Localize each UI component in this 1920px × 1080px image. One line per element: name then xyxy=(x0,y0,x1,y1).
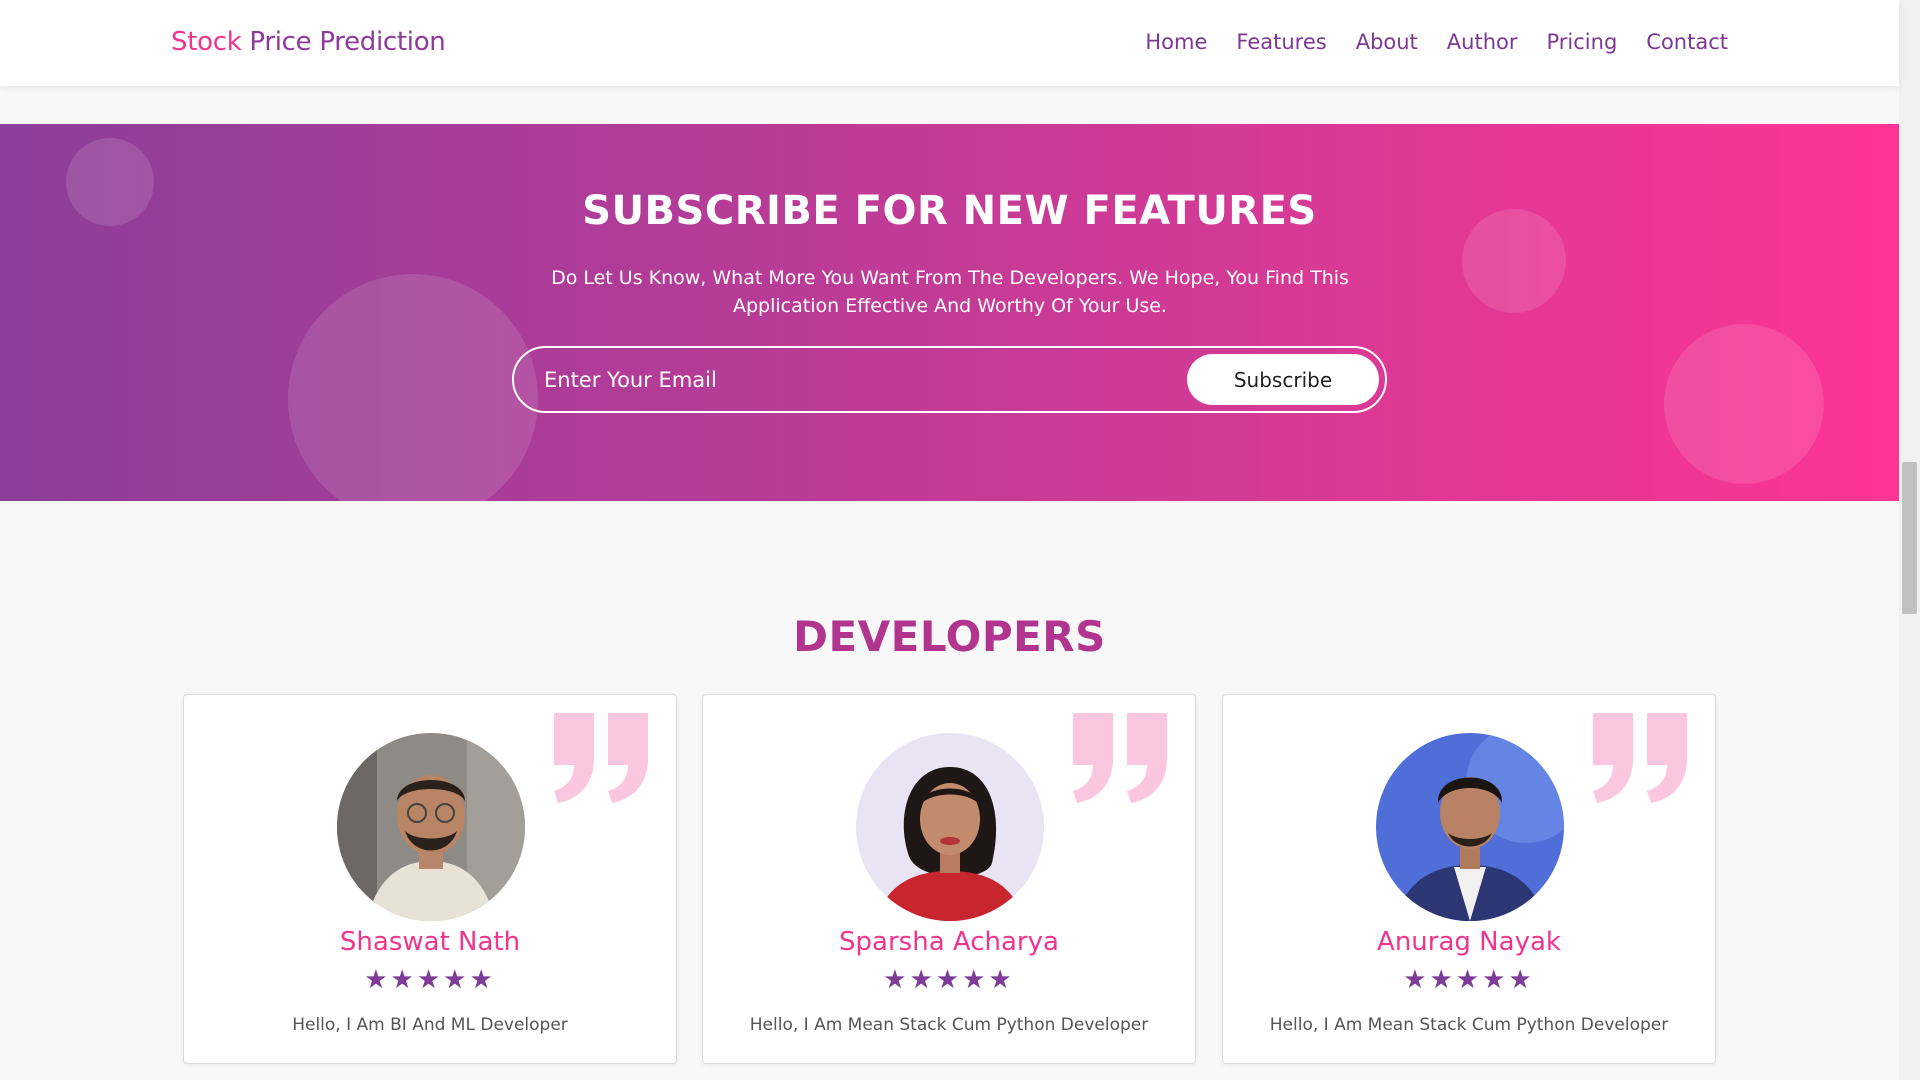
avatar xyxy=(1376,733,1564,921)
nav-author[interactable]: Author xyxy=(1447,30,1518,54)
subscribe-banner: SUBSCRIBE FOR NEW FEATURES Do Let Us Kno… xyxy=(0,124,1899,501)
quote-icon xyxy=(1073,713,1167,803)
quote-icon xyxy=(1593,713,1687,803)
developer-card: Sparsha Acharya ★★★★★ Hello, I Am Mean S… xyxy=(702,694,1196,1064)
nav-home[interactable]: Home xyxy=(1145,30,1207,54)
nav-about[interactable]: About xyxy=(1356,30,1418,54)
brand-accent: Stock xyxy=(171,27,242,57)
developer-cards: Shaswat Nath ★★★★★ Hello, I Am BI And ML… xyxy=(183,694,1717,1064)
subscribe-text: Do Let Us Know, What More You Want From … xyxy=(551,267,1349,317)
developer-name: Sparsha Acharya xyxy=(839,927,1059,957)
avatar xyxy=(856,733,1044,921)
developer-description: Hello, I Am Mean Stack Cum Python Develo… xyxy=(1269,1015,1669,1035)
subscribe-title: SUBSCRIBE FOR NEW FEATURES xyxy=(582,188,1317,234)
decorative-bubble xyxy=(1664,324,1824,484)
subscribe-form: Subscribe xyxy=(512,346,1387,413)
developer-card: Anurag Nayak ★★★★★ Hello, I Am Mean Stac… xyxy=(1222,694,1716,1064)
rating-stars: ★★★★★ xyxy=(883,965,1015,995)
quote-icon xyxy=(554,713,648,803)
nav-pricing[interactable]: Pricing xyxy=(1547,30,1618,54)
rating-stars: ★★★★★ xyxy=(364,965,496,995)
nav-links: Home Features About Author Pricing Conta… xyxy=(1145,30,1728,54)
nav-contact[interactable]: Contact xyxy=(1646,30,1728,54)
email-input[interactable] xyxy=(544,360,1144,400)
developers-title: DEVELOPERS xyxy=(793,612,1106,661)
rating-stars: ★★★★★ xyxy=(1403,965,1535,995)
scrollbar-thumb[interactable] xyxy=(1902,462,1917,614)
developer-description: Hello, I Am Mean Stack Cum Python Develo… xyxy=(749,1015,1149,1035)
developer-card: Shaswat Nath ★★★★★ Hello, I Am BI And ML… xyxy=(183,694,677,1064)
avatar xyxy=(337,733,525,921)
nav-features[interactable]: Features xyxy=(1236,30,1326,54)
decorative-bubble xyxy=(288,274,538,501)
navbar: Stock Price Prediction Home Features Abo… xyxy=(0,0,1899,86)
page-scrollbar[interactable] xyxy=(1899,0,1920,1080)
subscribe-button[interactable]: Subscribe xyxy=(1187,354,1379,405)
developer-description: Hello, I Am BI And ML Developer xyxy=(292,1015,568,1035)
brand-logo[interactable]: Stock Price Prediction xyxy=(171,27,446,57)
developer-name: Anurag Nayak xyxy=(1377,927,1561,957)
brand-rest: Price Prediction xyxy=(241,27,446,57)
developer-name: Shaswat Nath xyxy=(339,927,521,957)
